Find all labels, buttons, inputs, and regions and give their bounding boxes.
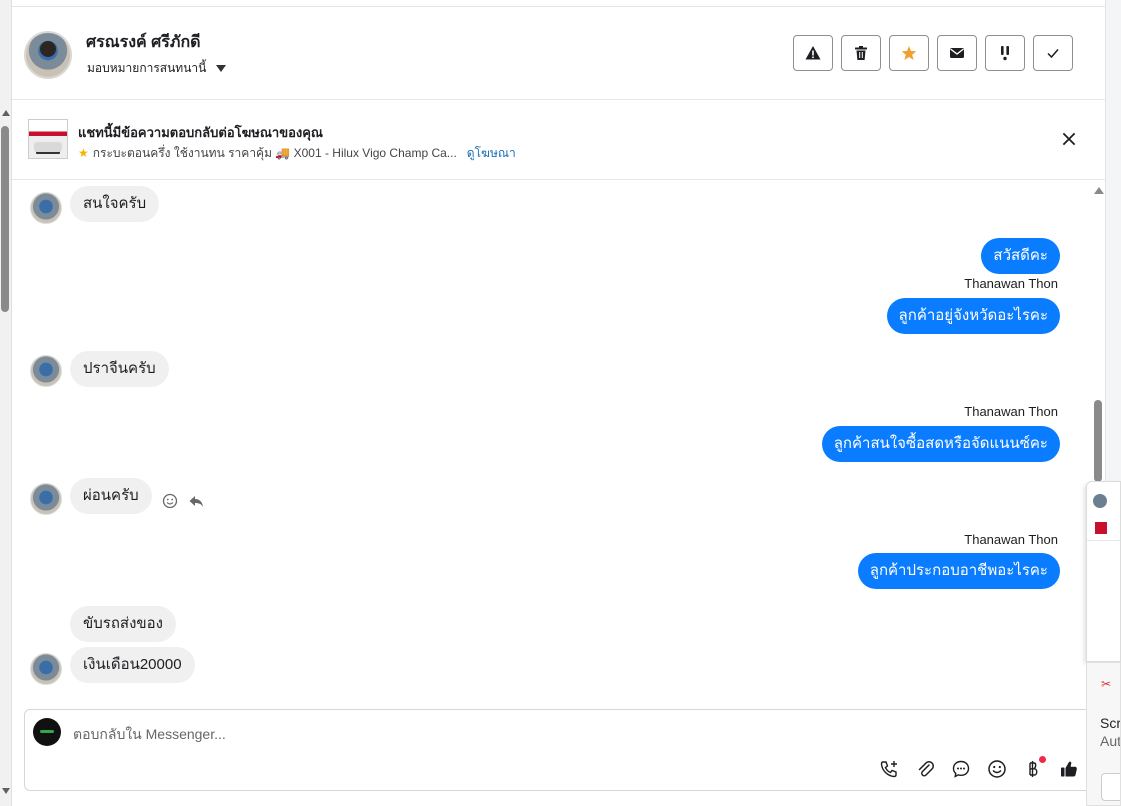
exclamation-icon	[1001, 46, 1009, 61]
star-icon	[901, 46, 917, 60]
incoming-message[interactable]: ผ่อนครับ	[70, 478, 152, 514]
composer-toolbar	[878, 756, 1080, 780]
incoming-message[interactable]: ปราจีนครับ	[70, 351, 169, 387]
mark-done-button[interactable]	[1033, 35, 1073, 71]
paperclip-icon	[918, 760, 935, 777]
contact-avatar[interactable]	[24, 31, 72, 79]
contact-name[interactable]: ศรณรงค์ ศรีภักดี	[86, 30, 201, 55]
notification-action-button[interactable]	[1101, 773, 1120, 801]
caret-down-icon	[216, 65, 227, 72]
sender-name: Thanawan Thon	[964, 532, 1058, 547]
page-scrollbar[interactable]	[0, 0, 12, 806]
reply-composer	[24, 709, 1102, 791]
react-emoji-icon[interactable]	[162, 493, 178, 509]
notification-title: Scre	[1100, 715, 1121, 731]
check-icon	[1047, 49, 1059, 59]
call-button[interactable]	[878, 758, 900, 780]
phone-plus-icon	[880, 761, 897, 778]
ad-thumbnail[interactable]	[28, 119, 68, 159]
messenger-inbox-window: ศรณรงค์ ศรีภักดี มอบหมายการสนทนานี้ แชทน…	[0, 0, 1121, 806]
notification-dot	[1039, 756, 1046, 763]
ad-banner-title: แชทนี้มีข้อความตอบกลับต่อโฆษณาของคุณ	[78, 125, 323, 140]
outgoing-message[interactable]: ลูกค้าสนใจซื้อสดหรือจัดแนนซ์คะ	[821, 426, 1060, 462]
follow-up-button[interactable]	[985, 35, 1025, 71]
star-button[interactable]	[889, 35, 929, 71]
sender-name: Thanawan Thon	[964, 404, 1058, 419]
chat-list-popup[interactable]	[1086, 481, 1121, 662]
saved-replies-button[interactable]	[950, 758, 972, 780]
outgoing-message[interactable]: ลูกค้าประกอบอาชีพอะไรคะ	[857, 553, 1060, 589]
ad-description-text: กระบะตอนครึ่ง ใช้งานทน ราคาคุ้ม 🚚 X001 -…	[92, 146, 457, 160]
message-hover-tools	[162, 493, 204, 509]
assign-label: มอบหมายการสนทนานี้	[87, 61, 207, 75]
contact-avatar[interactable]	[30, 355, 62, 387]
like-button[interactable]	[1058, 758, 1080, 780]
sender-name: Thanawan Thon	[964, 276, 1058, 291]
smiley-icon	[988, 760, 1006, 778]
ad-reply-banner: แชทนี้มีข้อความตอบกลับต่อโฆษณาของคุณ ★ กร…	[12, 100, 1106, 180]
attach-button[interactable]	[914, 758, 936, 780]
thumbs-up-icon	[1061, 761, 1077, 777]
warning-icon	[805, 46, 821, 60]
divider	[1087, 540, 1120, 541]
scroll-up-arrow-icon[interactable]	[2, 110, 10, 116]
chat-bubble-icon	[952, 760, 970, 778]
scroll-up-arrow-icon[interactable]	[1094, 187, 1104, 194]
contact-avatar[interactable]	[30, 192, 62, 224]
snipping-tool-icon: ✂	[1101, 677, 1112, 691]
scroll-down-arrow-icon[interactable]	[2, 788, 10, 794]
page-avatar	[33, 718, 61, 746]
incoming-message[interactable]: สนใจครับ	[70, 186, 160, 222]
contact-avatar[interactable]	[30, 653, 62, 685]
incoming-message[interactable]: ขับรถส่งของ	[70, 606, 176, 642]
reply-input[interactable]	[73, 722, 873, 746]
mark-unread-button[interactable]	[937, 35, 977, 71]
payment-button[interactable]	[1022, 756, 1046, 780]
conversation-header: ศรณรงค์ ศรีภักดี มอบหมายการสนทนานี้	[12, 7, 1106, 100]
screenshot-notification[interactable]: ✂ Scre Aut	[1086, 662, 1121, 806]
assign-conversation-dropdown[interactable]: มอบหมายการสนทนานี้	[87, 59, 227, 78]
emoji-button[interactable]	[986, 758, 1008, 780]
trash-icon	[855, 46, 867, 60]
close-icon[interactable]	[1060, 130, 1078, 148]
star-icon: ★	[78, 146, 89, 160]
notification-subtitle: Aut	[1100, 733, 1121, 749]
delete-button[interactable]	[841, 35, 881, 71]
header-actions	[793, 35, 1073, 71]
conversation-panel: ศรณรงค์ ศรีภักดี มอบหมายการสนทนานี้ แชทน…	[12, 0, 1106, 806]
view-ad-link[interactable]: ดูโฆษณา	[467, 146, 516, 160]
scrollbar-thumb[interactable]	[1, 126, 9, 312]
outgoing-message[interactable]: สวัสดีคะ	[981, 238, 1060, 274]
outgoing-message[interactable]: ลูกค้าอยู่จังหวัดอะไรคะ	[886, 298, 1060, 334]
incoming-message[interactable]: เงินเดือน20000	[70, 647, 195, 683]
ad-banner-description: ★ กระบะตอนครึ่ง ใช้งานทน ราคาคุ้ม 🚚 X001 …	[78, 144, 516, 163]
spam-button[interactable]	[793, 35, 833, 71]
envelope-icon	[950, 48, 964, 58]
message-thread: สนใจครับ สวัสดีคะ Thanawan Thon ลูกค้าอย…	[12, 181, 1106, 707]
ad-thumbnail	[1095, 522, 1107, 534]
scrollbar-thumb[interactable]	[1094, 400, 1102, 482]
reply-icon[interactable]	[188, 493, 204, 509]
contact-avatar[interactable]	[30, 483, 62, 515]
contact-avatar[interactable]	[1093, 494, 1107, 508]
